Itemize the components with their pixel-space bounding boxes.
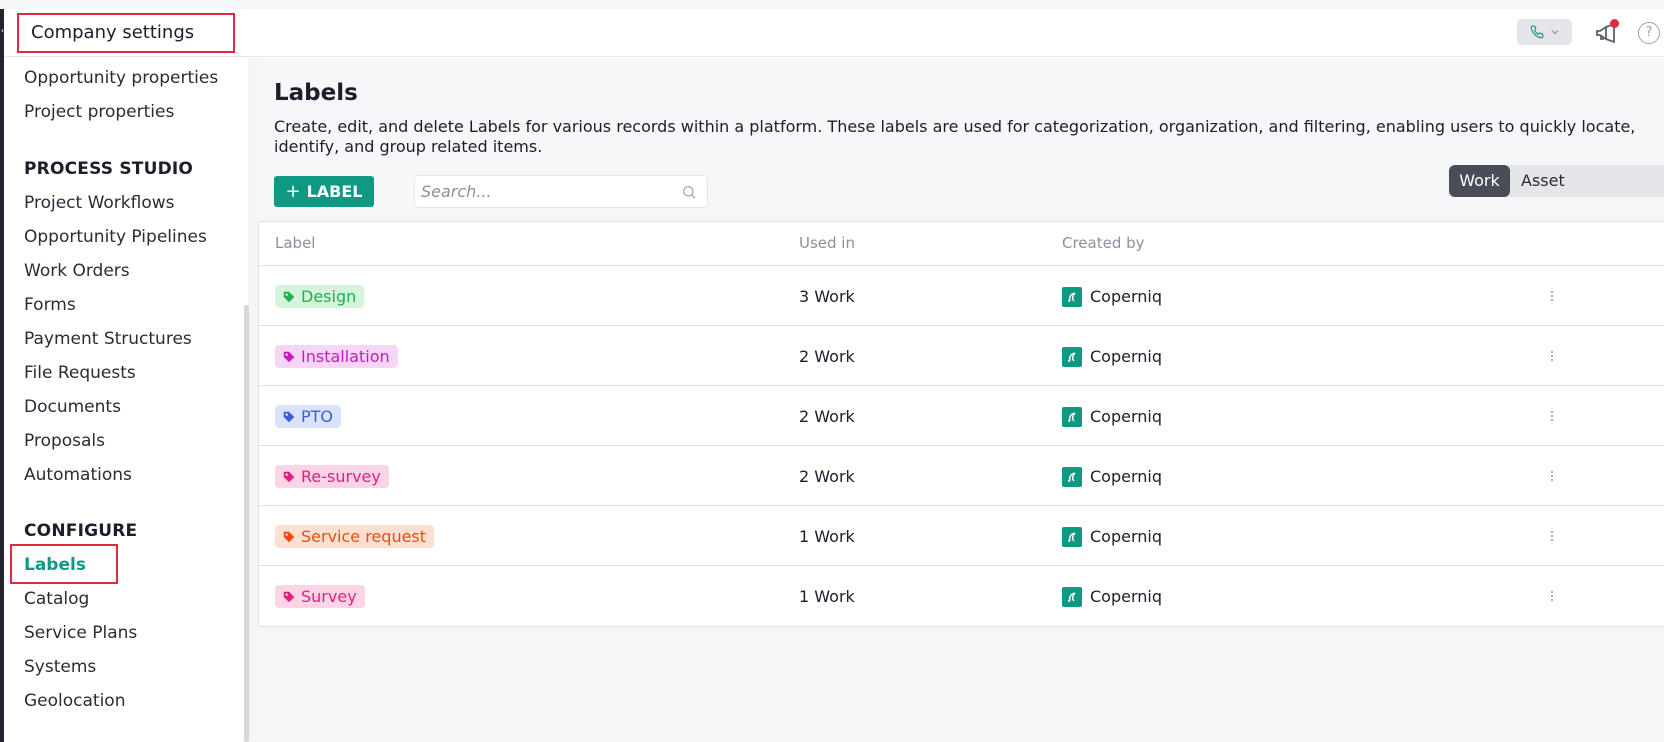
labels-table: Label Used in Created by Design 3 Work Cop…: [258, 221, 1664, 627]
column-header-created-by[interactable]: Created by: [1062, 222, 1145, 265]
created-by-name: Coperniq: [1090, 407, 1162, 426]
table-row[interactable]: Survey 1 Work Coperniq: [259, 566, 1664, 626]
row-menu-icon[interactable]: [1547, 406, 1557, 426]
column-header-used-in[interactable]: Used in: [799, 222, 855, 265]
used-in-value: 2 Work: [799, 407, 855, 426]
top-strip: [0, 0, 1664, 9]
sidebar-scrollbar[interactable]: [244, 305, 249, 742]
search-box[interactable]: [414, 175, 708, 208]
coperniq-logo-icon: [1062, 586, 1082, 607]
used-in-value: 2 Work: [799, 347, 855, 366]
tag-icon: [283, 291, 295, 302]
created-by: Coperniq: [1062, 345, 1162, 368]
row-menu-icon[interactable]: [1547, 586, 1557, 606]
created-by-name: Coperniq: [1090, 347, 1162, 366]
sidebar-item-file-requests[interactable]: File Requests: [24, 363, 136, 383]
notification-badge: [1610, 19, 1619, 28]
coperniq-logo-icon: [1062, 286, 1082, 307]
used-in-value: 3 Work: [799, 287, 855, 306]
tag-icon: [283, 531, 295, 542]
used-in-value: 2 Work: [799, 467, 855, 486]
created-by-name: Coperniq: [1090, 587, 1162, 606]
used-in-value: 1 Work: [799, 527, 855, 546]
sidebar-item-opportunity-pipelines[interactable]: Opportunity Pipelines: [24, 227, 207, 247]
coperniq-logo-icon: [1062, 466, 1082, 487]
created-by-name: Coperniq: [1090, 287, 1162, 306]
phone-dropdown-button[interactable]: [1517, 19, 1572, 45]
sidebar-item-systems[interactable]: Systems: [24, 657, 96, 677]
sidebar-scroll-track: [248, 58, 257, 742]
sidebar-item-catalog[interactable]: Catalog: [24, 589, 89, 609]
row-menu-icon[interactable]: [1547, 466, 1557, 486]
sidebar-item-project-properties[interactable]: Project properties: [24, 102, 174, 122]
label-tag-text: Service request: [301, 527, 427, 546]
label-tag-text: PTO: [301, 407, 334, 426]
header: Company settings ?: [4, 9, 1664, 57]
main-content: Labels Create, edit, and delete Labels f…: [257, 58, 1664, 742]
created-by-name: Coperniq: [1090, 467, 1162, 486]
search-input[interactable]: [421, 180, 671, 203]
table-row[interactable]: Design 3 Work Coperniq: [259, 266, 1664, 326]
page-title: Labels: [274, 80, 358, 106]
label-tag[interactable]: Installation: [275, 345, 398, 368]
label-tag[interactable]: Service request: [275, 525, 435, 548]
created-by: Coperniq: [1062, 465, 1162, 488]
label-tag[interactable]: Design: [275, 285, 365, 308]
label-tag[interactable]: Survey: [275, 585, 365, 608]
created-by: Coperniq: [1062, 585, 1162, 608]
label-tag-text: Installation: [301, 347, 390, 366]
sidebar-item-automations[interactable]: Automations: [24, 465, 132, 485]
search-icon[interactable]: [681, 184, 697, 200]
created-by: Coperniq: [1062, 405, 1162, 428]
add-label-button-text: LABEL: [306, 182, 363, 201]
sidebar-item-service-plans[interactable]: Service Plans: [24, 623, 137, 643]
row-menu-icon[interactable]: [1547, 346, 1557, 366]
page-header-title: Company settings: [17, 13, 235, 53]
table-row[interactable]: PTO 2 Work Coperniq: [259, 386, 1664, 446]
sidebar-item-project-workflows[interactable]: Project Workflows: [24, 193, 175, 213]
sidebar-section-configure: CONFIGURE: [24, 521, 138, 541]
coperniq-logo-icon: [1062, 526, 1082, 547]
add-label-button[interactable]: + LABEL: [274, 176, 374, 207]
coperniq-logo-icon: [1062, 406, 1082, 427]
sidebar-section-process-studio: PROCESS STUDIO: [24, 159, 194, 179]
label-tag[interactable]: PTO: [275, 405, 342, 428]
toggle-work[interactable]: Work: [1449, 165, 1510, 197]
chevron-down-icon: [1550, 29, 1559, 35]
table-row[interactable]: Re-survey 2 Work Coperniq: [259, 446, 1664, 506]
tag-icon: [283, 471, 295, 482]
label-tag-text: Design: [301, 287, 357, 306]
sidebar-item-payment-structures[interactable]: Payment Structures: [24, 329, 192, 349]
toggle-asset[interactable]: Asset: [1521, 165, 1565, 197]
sidebar-item-documents[interactable]: Documents: [24, 397, 121, 417]
sidebar-item-labels[interactable]: Labels: [24, 555, 86, 575]
created-by-name: Coperniq: [1090, 527, 1162, 546]
created-by: Coperniq: [1062, 285, 1162, 308]
sidebar-item-work-orders[interactable]: Work Orders: [24, 261, 130, 281]
used-in-value: 1 Work: [799, 587, 855, 606]
work-asset-toggle: Work Asset: [1449, 165, 1664, 197]
sidebar-item-opportunity-properties[interactable]: Opportunity properties: [24, 68, 218, 88]
created-by: Coperniq: [1062, 525, 1162, 548]
table-row[interactable]: Installation 2 Work Coperniq: [259, 326, 1664, 386]
tag-icon: [283, 591, 295, 602]
label-tag[interactable]: Re-survey: [275, 465, 389, 488]
help-icon[interactable]: ?: [1638, 22, 1660, 44]
coperniq-logo-icon: [1062, 346, 1082, 367]
plus-icon: +: [285, 181, 301, 202]
row-menu-icon[interactable]: [1547, 526, 1557, 546]
column-header-label[interactable]: Label: [275, 222, 315, 265]
sidebar: Opportunity properties Project propertie…: [4, 58, 248, 742]
table-row[interactable]: Service request 1 Work Coperniq: [259, 506, 1664, 566]
sidebar-item-geolocation[interactable]: Geolocation: [24, 691, 126, 711]
page-description: Create, edit, and delete Labels for vari…: [274, 117, 1636, 156]
label-tag-text: Re-survey: [301, 467, 381, 486]
tag-icon: [283, 351, 295, 362]
tag-icon: [283, 411, 295, 422]
row-menu-icon[interactable]: [1547, 286, 1557, 306]
label-tag-text: Survey: [301, 587, 357, 606]
sidebar-item-proposals[interactable]: Proposals: [24, 431, 105, 451]
phone-icon: [1530, 25, 1543, 39]
sidebar-item-forms[interactable]: Forms: [24, 295, 76, 315]
